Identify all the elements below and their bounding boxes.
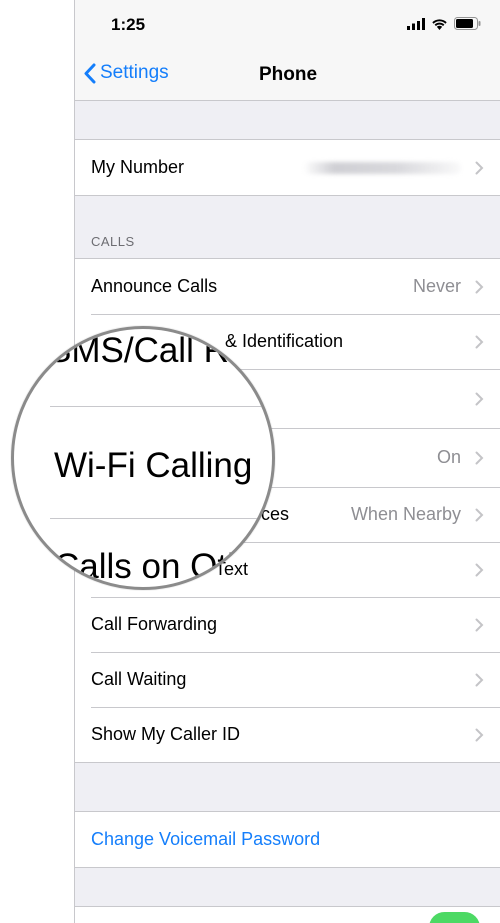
chevron-right-icon [475, 728, 484, 742]
show-my-caller-id-row[interactable]: Show My Caller ID [75, 707, 500, 762]
magnified-text-wifi-calling: Wi-Fi Calling [54, 446, 253, 485]
chevron-right-icon [475, 673, 484, 687]
chevron-right-icon [475, 392, 484, 406]
status-time: 1:25 [111, 15, 146, 34]
chevron-right-icon [475, 335, 484, 349]
magnified-separator [50, 518, 272, 519]
chevron-right-icon [475, 563, 484, 577]
row-value: On [436, 447, 461, 467]
row-label: Announce Calls [91, 276, 218, 296]
battery-icon [454, 17, 481, 30]
blurred-phone-number [303, 162, 461, 174]
magnified-separator [50, 406, 272, 407]
calls-section-header: CALLS [91, 234, 135, 249]
navigation-bar: Settings Phone [75, 50, 500, 101]
voicemail-group: Change Voicemail Password [75, 811, 500, 868]
change-voicemail-password-row[interactable]: Change Voicemail Password [75, 812, 500, 867]
magnified-text-sms: SMS/Call Re [48, 331, 249, 370]
cellular-signal-icon [407, 17, 425, 30]
row-value: Never [412, 276, 461, 296]
row-label: Call Forwarding [91, 614, 218, 634]
magnified-text-calls-on-other: Calls on Oth [54, 547, 247, 586]
row-label: Call Waiting [91, 669, 187, 689]
magnifier-lens: SMS/Call Re Wi-Fi Calling Calls on Oth [11, 326, 275, 590]
change-voicemail-password-link: Change Voicemail Password [91, 829, 321, 849]
chevron-right-icon [475, 508, 484, 522]
chevron-right-icon [475, 618, 484, 632]
chevron-right-icon [475, 161, 484, 175]
wifi-icon [432, 18, 447, 30]
call-waiting-row[interactable]: Call Waiting [75, 652, 500, 707]
chevron-right-icon [475, 280, 484, 294]
status-icons [407, 17, 481, 30]
toggle-switch[interactable] [429, 912, 480, 923]
call-forwarding-row[interactable]: Call Forwarding [75, 597, 500, 652]
row-label: Show My Caller ID [91, 724, 241, 744]
my-number-row[interactable]: My Number [75, 140, 500, 195]
page-title: Phone [258, 64, 318, 85]
row-value: When Nearby [350, 504, 461, 524]
my-number-group: My Number [75, 139, 500, 196]
my-number-label: My Number [91, 157, 185, 177]
chevron-right-icon [475, 451, 484, 465]
status-bar: 1:25 [75, 0, 500, 50]
announce-calls-row[interactable]: Announce Calls Never [75, 259, 500, 314]
